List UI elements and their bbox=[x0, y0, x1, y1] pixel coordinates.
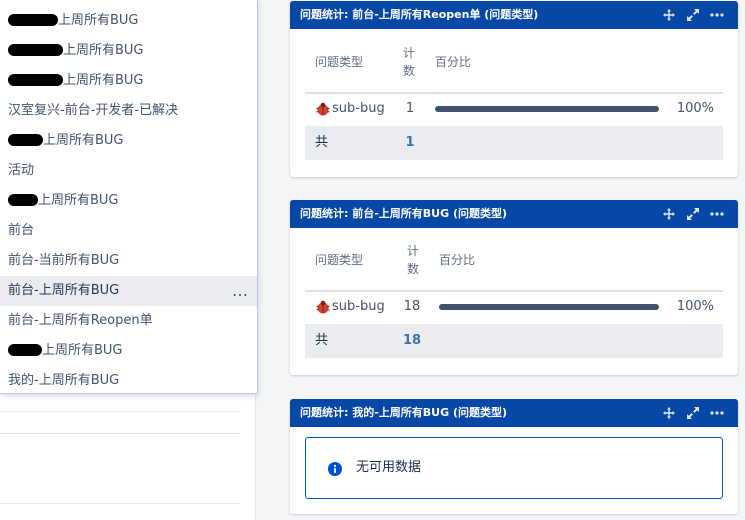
total-count[interactable]: 18 bbox=[397, 324, 427, 358]
table-header: 问题类型 计数 百分比 bbox=[305, 32, 723, 94]
filter-item[interactable]: 上周所有BUG bbox=[0, 66, 257, 96]
table-row: sub-bug 18 100% bbox=[305, 290, 723, 324]
divider bbox=[0, 503, 240, 504]
column-count[interactable]: 计数 bbox=[406, 242, 420, 278]
filter-item[interactable]: 上周所有BUG bbox=[0, 186, 257, 216]
column-type[interactable]: 问题类型 bbox=[315, 230, 363, 290]
total-label: 共 bbox=[315, 135, 329, 150]
table-header: 问题类型 计数 百分比 bbox=[305, 230, 723, 292]
filter-item-label: 前台 bbox=[8, 223, 35, 238]
filter-item[interactable]: 前台-上周所有BUG … bbox=[0, 276, 257, 306]
gadget-header: 问题统计: 我的-上周所有BUG (问题类型) bbox=[290, 399, 738, 427]
maximize-icon[interactable] bbox=[686, 207, 700, 221]
filter-item[interactable]: 上周所有BUG bbox=[0, 6, 257, 36]
filter-item-label: 前台-上周所有Reopen单 bbox=[8, 313, 153, 328]
redacted-text bbox=[8, 13, 58, 26]
filter-item[interactable]: 汉室复兴-前台-开发者-已解决 bbox=[0, 96, 257, 126]
filter-item-label: 上周所有BUG bbox=[42, 343, 123, 358]
percent-bar bbox=[439, 304, 659, 310]
column-percent: 百分比 bbox=[435, 55, 472, 69]
column-count[interactable]: 计数 bbox=[402, 44, 416, 80]
filter-item[interactable]: 前台 bbox=[0, 216, 257, 246]
maximize-icon[interactable] bbox=[686, 406, 700, 420]
divider bbox=[0, 433, 240, 434]
filter-item[interactable]: 前台-上周所有Reopen单 bbox=[0, 306, 257, 336]
filter-item[interactable]: 上周所有BUG bbox=[0, 126, 257, 156]
filter-item-label: 我的-上周所有BUG bbox=[8, 373, 120, 388]
column-percent: 百分比 bbox=[439, 253, 476, 267]
gadget-title: 问题统计: 前台-上周所有BUG (问题类型) bbox=[300, 207, 508, 220]
info-icon bbox=[328, 461, 342, 480]
percent-label: 100% bbox=[676, 101, 714, 116]
redacted-text bbox=[8, 73, 63, 86]
move-icon[interactable] bbox=[662, 406, 676, 420]
table-row: sub-bug 1 100% bbox=[305, 92, 723, 126]
more-icon[interactable] bbox=[710, 8, 724, 22]
percent-bar bbox=[435, 106, 659, 112]
redacted-text bbox=[8, 343, 42, 356]
total-row: 共 18 bbox=[305, 324, 723, 358]
maximize-icon[interactable] bbox=[686, 8, 700, 22]
issue-count[interactable]: 18 bbox=[397, 290, 427, 324]
redacted-text bbox=[8, 133, 43, 146]
percent-bar-fill bbox=[439, 304, 659, 310]
gadget-bug-stats: 问题统计: 前台-上周所有BUG (问题类型) 问题类型 计数 百分比 sub-… bbox=[290, 200, 738, 375]
filter-dropdown: 上周所有BUG 上周所有BUG 上周所有BUG 汉室复兴-前台-开发者-已解决 上周所有… bbox=[0, 0, 258, 394]
filter-item-label: 上周所有BUG bbox=[43, 133, 124, 148]
filter-item-label: 前台-上周所有BUG bbox=[8, 283, 120, 298]
issue-type-link[interactable]: sub-bug bbox=[332, 92, 385, 126]
filter-item-label: 上周所有BUG bbox=[63, 73, 144, 88]
bug-icon bbox=[315, 101, 331, 121]
bug-icon bbox=[315, 299, 331, 319]
no-data-message: 无可用数据 bbox=[305, 437, 723, 499]
more-icon[interactable] bbox=[710, 207, 724, 221]
filter-item[interactable]: 上周所有BUG bbox=[0, 36, 257, 66]
filter-item[interactable]: 活动 bbox=[0, 156, 257, 186]
total-count[interactable]: 1 bbox=[395, 126, 425, 160]
total-row: 共 1 bbox=[305, 126, 723, 160]
gadget-title: 问题统计: 我的-上周所有BUG (问题类型) bbox=[300, 406, 508, 419]
filter-item-label: 上周所有BUG bbox=[38, 193, 119, 208]
filter-item[interactable]: 我的-上周所有BUG bbox=[0, 366, 257, 396]
no-data-text: 无可用数据 bbox=[356, 460, 422, 475]
gadget-title: 问题统计: 前台-上周所有Reopen单 (问题类型) bbox=[300, 8, 539, 21]
filter-item-label: 前台-当前所有BUG bbox=[8, 253, 120, 268]
gadget-my-bug-stats: 问题统计: 我的-上周所有BUG (问题类型) 无可用数据 bbox=[290, 399, 738, 514]
gadget-reopen-stats: 问题统计: 前台-上周所有Reopen单 (问题类型) 问题类型 计数 百分比 … bbox=[290, 1, 738, 177]
filter-item[interactable]: 上周所有BUG bbox=[0, 336, 257, 366]
percent-label: 100% bbox=[676, 299, 714, 314]
filter-item-label: 上周所有BUG bbox=[58, 13, 139, 28]
column-type[interactable]: 问题类型 bbox=[315, 32, 363, 92]
more-icon[interactable]: … bbox=[232, 276, 249, 306]
gadget-header: 问题统计: 前台-上周所有BUG (问题类型) bbox=[290, 200, 738, 228]
issue-type-link[interactable]: sub-bug bbox=[332, 290, 385, 324]
redacted-text bbox=[8, 193, 38, 206]
total-label: 共 bbox=[315, 333, 329, 348]
redacted-text bbox=[8, 43, 63, 56]
move-icon[interactable] bbox=[662, 8, 676, 22]
divider bbox=[0, 411, 240, 412]
issue-count[interactable]: 1 bbox=[395, 92, 425, 126]
filter-item-label: 活动 bbox=[8, 163, 35, 178]
gadget-header: 问题统计: 前台-上周所有Reopen单 (问题类型) bbox=[290, 1, 738, 29]
filter-item[interactable]: 前台-当前所有BUG bbox=[0, 246, 257, 276]
filter-item-label: 汉室复兴-前台-开发者-已解决 bbox=[8, 103, 179, 118]
more-icon[interactable] bbox=[710, 406, 724, 420]
filter-item-label: 上周所有BUG bbox=[63, 43, 144, 58]
move-icon[interactable] bbox=[662, 207, 676, 221]
percent-bar-fill bbox=[435, 106, 659, 112]
